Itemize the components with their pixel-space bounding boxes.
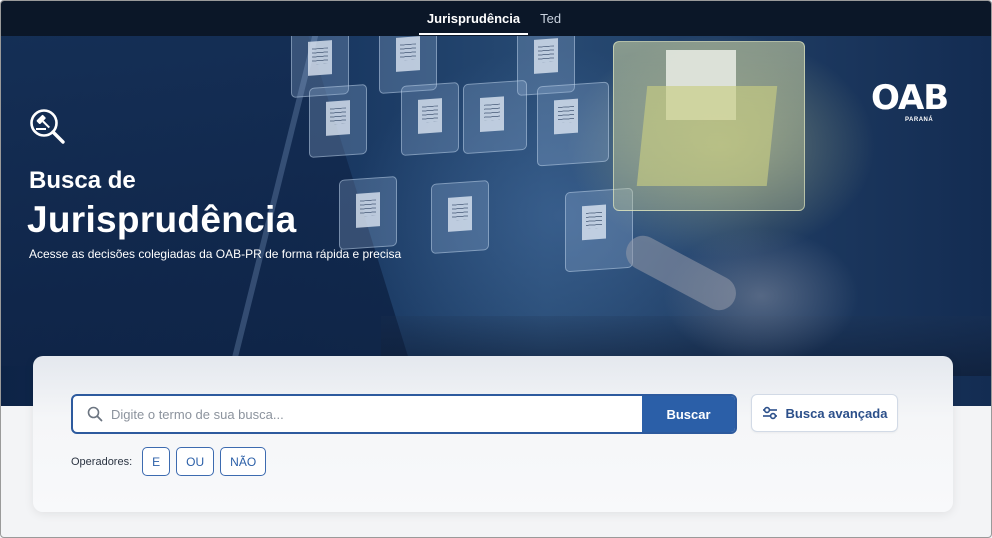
hero-background-hand: [620, 196, 881, 376]
gavel-magnifier-icon: [30, 109, 65, 144]
search-icon: [87, 406, 103, 422]
advanced-search-label: Busca avançada: [785, 405, 888, 421]
advanced-search-button[interactable]: Busca avançada: [751, 394, 898, 432]
logo-brand: OAB: [871, 78, 949, 118]
app-window: Jurisprudência Ted Busca de Jurisprudênc…: [0, 0, 992, 538]
tab-jurisprudencia-label: Jurisprudência: [426, 11, 521, 26]
search-button[interactable]: Buscar: [642, 396, 735, 432]
search-input[interactable]: [103, 396, 642, 432]
document-icon: [309, 83, 367, 159]
operator-not-button[interactable]: NÃO: [220, 447, 267, 476]
logo-subtitle: PARANÁ: [905, 117, 934, 123]
page-title: Jurisprudência: [27, 199, 297, 240]
operators-row: Operadores: E OU NÃO: [71, 447, 267, 476]
folder-icon: [463, 79, 527, 155]
document-icon: [537, 81, 609, 167]
hero-title-small: Busca de: [29, 167, 136, 194]
tab-ted[interactable]: Ted: [528, 1, 573, 36]
search-card: Buscar Busca avançada Operadores: E OU N…: [33, 356, 953, 512]
document-icon: [339, 175, 397, 251]
operator-and-button[interactable]: E: [142, 447, 171, 476]
document-icon: [431, 179, 489, 255]
hero-banner: Busca de Jurisprudência Acesse as decisõ…: [1, 36, 991, 406]
top-nav: Jurisprudência Ted: [1, 1, 991, 36]
sliders-icon: [762, 406, 777, 420]
oab-logo: OAB PARANÁ: [871, 81, 961, 131]
operator-or-button[interactable]: OU: [176, 447, 215, 476]
highlighted-folder-icon: [613, 41, 805, 211]
document-icon: [401, 81, 459, 157]
tab-jurisprudencia[interactable]: Jurisprudência: [418, 1, 529, 36]
hero-subtitle: Acesse as decisões colegiadas da OAB-PR …: [29, 247, 402, 261]
tab-ted-label: Ted: [540, 11, 562, 26]
search-box: Buscar: [71, 394, 737, 434]
operators-label: Operadores:: [71, 455, 133, 468]
